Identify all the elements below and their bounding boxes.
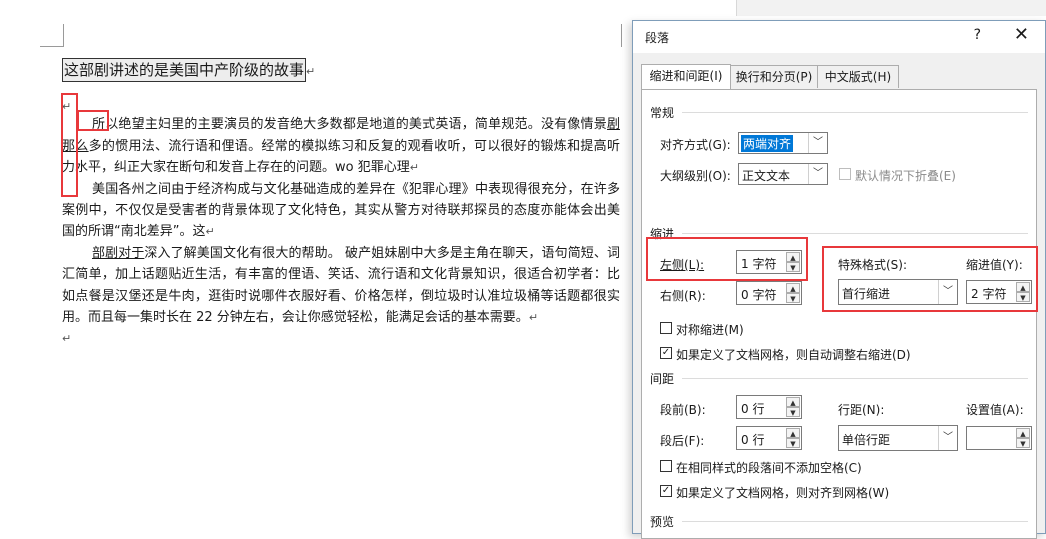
outline-level-label: 大纲级别(O):	[660, 169, 731, 183]
paragraph-mark: ↵	[62, 332, 72, 346]
spacing-at-stepper[interactable]: ▲ ▼	[966, 426, 1032, 450]
paragraph-mark: ↵	[306, 65, 316, 78]
paragraph-1-text-b: 多的惯用法、流行语和俚语。经常的模拟练习和反复的观看收听，可以很好的锻炼和提高听…	[62, 138, 620, 176]
no-space-same-style-label: 在相同样式的段落间不添加空格(C)	[676, 461, 862, 475]
chevron-down-icon[interactable]: ﹀	[808, 133, 827, 153]
spin-down-icon[interactable]: ▼	[786, 438, 800, 448]
crop-mark-top-left-v	[63, 24, 64, 47]
tab-indent-spacing[interactable]: 缩进和间距(I)	[641, 64, 731, 89]
space-after-label: 段后(F):	[660, 434, 705, 448]
paragraph-mark: ↵	[528, 311, 539, 325]
paragraph-dialog: 段落 ? ✕ 缩进和间距(I) 换行和分页(P) 中文版式(H) 常规 对齐方式…	[632, 20, 1046, 539]
annotation-special-indent-box	[822, 246, 1038, 312]
annotation-left-indent-box	[646, 237, 808, 281]
underlined-text: 部剧对于	[92, 245, 145, 261]
annotation-left-indent-box	[61, 93, 78, 197]
section-preview: 预览	[650, 515, 675, 529]
spin-down-icon[interactable]: ▼	[1016, 438, 1030, 448]
space-after-stepper[interactable]: 0 行 ▲ ▼	[736, 426, 802, 450]
line-spacing-value: 单倍行距	[842, 433, 891, 447]
collapse-label: 默认情况下折叠(E)	[855, 169, 956, 183]
spin-up-icon[interactable]: ▲	[786, 397, 800, 407]
right-indent-value: 0 字符	[741, 288, 777, 302]
spin-down-icon[interactable]: ▼	[786, 293, 800, 303]
document-title[interactable]: 这部剧讲述的是美国中产阶级的故事	[62, 58, 307, 82]
tab-asian-typography[interactable]: 中文版式(H)	[817, 65, 899, 88]
auto-adjust-right-indent-label: 如果定义了文档网格，则自动调整右缩进(D)	[676, 348, 911, 362]
separator	[682, 112, 1028, 113]
space-before-stepper[interactable]: 0 行 ▲ ▼	[736, 395, 802, 419]
paragraph-1-text: 所以绝望主妇里的主要演员的发音绝大多数都是地道的美式英语，简单规范。没有像情景	[92, 117, 607, 133]
snap-to-grid-checkbox[interactable]: ✓	[660, 485, 672, 497]
help-button[interactable]: ?	[974, 27, 981, 43]
dialog-title: 段落	[645, 31, 670, 45]
paragraph-mark: ↵	[205, 225, 215, 239]
tab-panel: 常规 对齐方式(G): 两端对齐 ﹀ 大纲级别(O): 正文文本 ﹀ 默认情况下…	[641, 89, 1038, 539]
paragraph-2-text: 美国各州之间由于经济构成与文化基础造成的差异在《犯罪心理》中表现得很充分，在许多…	[62, 181, 620, 240]
right-indent-label: 右侧(R):	[660, 289, 706, 303]
close-button[interactable]: ✕	[1014, 24, 1029, 45]
crop-mark-top-right	[621, 24, 622, 47]
outline-level-select[interactable]: 正文文本 ﹀	[738, 163, 828, 185]
background-window-strip	[736, 0, 1046, 16]
separator	[682, 521, 1028, 522]
space-before-value: 0 行	[741, 402, 765, 416]
chevron-down-icon[interactable]: ﹀	[808, 164, 827, 184]
right-indent-stepper[interactable]: 0 字符 ▲ ▼	[736, 281, 802, 305]
paragraph-3[interactable]: 部剧对于深入了解美国文化有很大的帮助。 破产姐妹剧中大多是主角在聊天，语句简短、…	[62, 243, 620, 329]
alignment-select[interactable]: 两端对齐 ﹀	[738, 132, 828, 154]
paragraph-2[interactable]: 美国各州之间由于经济构成与文化基础造成的差异在《犯罪心理》中表现得很充分，在许多…	[62, 179, 620, 243]
section-spacing: 间距	[650, 372, 675, 386]
chevron-down-icon[interactable]: ﹀	[938, 426, 957, 450]
annotation-first-line-box	[77, 110, 109, 131]
auto-adjust-right-indent-checkbox[interactable]: ✓	[660, 347, 672, 359]
no-space-same-style-checkbox[interactable]	[660, 460, 672, 472]
mirror-indent-checkbox[interactable]	[660, 322, 672, 334]
spin-up-icon[interactable]: ▲	[786, 428, 800, 438]
collapse-checkbox[interactable]	[839, 168, 851, 180]
crop-mark-top-left	[40, 46, 64, 47]
alignment-value: 两端对齐	[741, 135, 794, 152]
spin-up-icon[interactable]: ▲	[1016, 428, 1030, 438]
document-body[interactable]: 这部剧讲述的是美国中产阶级的故事 ↵ ↵ 所以绝望主妇里的主要演员的发音绝大多数都…	[62, 58, 620, 350]
line-spacing-select[interactable]: 单倍行距 ﹀	[838, 425, 958, 451]
section-general: 常规	[650, 106, 675, 120]
outline-level-value: 正文文本	[742, 169, 791, 183]
spin-down-icon[interactable]: ▼	[786, 407, 800, 417]
paragraph-mark: ↵	[409, 161, 419, 175]
spin-up-icon[interactable]: ▲	[786, 283, 800, 293]
paragraph-1[interactable]: 所以绝望主妇里的主要演员的发音绝大多数都是地道的美式英语，简单规范。没有像情景剧…	[62, 114, 620, 178]
space-after-value: 0 行	[741, 433, 765, 447]
separator	[682, 378, 1028, 379]
separator	[682, 233, 1028, 234]
alignment-label: 对齐方式(G):	[660, 138, 731, 152]
document-page[interactable]: 这部剧讲述的是美国中产阶级的故事 ↵ ↵ 所以绝望主妇里的主要演员的发音绝大多数都…	[0, 0, 740, 534]
mirror-indent-label: 对称缩进(M)	[676, 323, 744, 337]
spacing-at-label: 设置值(A):	[966, 403, 1024, 417]
line-spacing-label: 行距(N):	[838, 403, 885, 417]
space-before-label: 段前(B):	[660, 403, 706, 417]
snap-to-grid-label: 如果定义了文档网格，则对齐到网格(W)	[676, 486, 890, 500]
dialog-title-bar[interactable]: 段落 ? ✕	[633, 21, 1045, 53]
tab-line-page-breaks[interactable]: 换行和分页(P)	[729, 65, 819, 88]
